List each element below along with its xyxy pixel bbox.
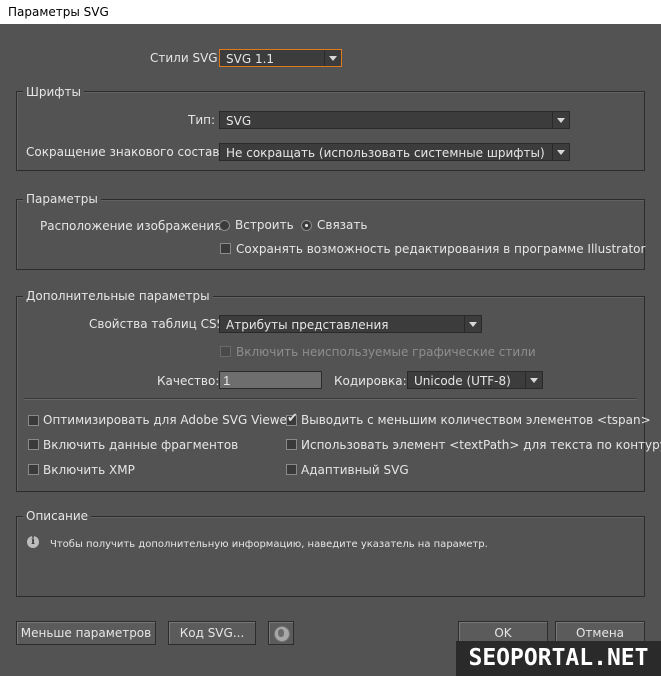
chevron-down-icon xyxy=(552,112,569,128)
link-label: Связать xyxy=(317,218,368,232)
fonts-group-title: Шрифты xyxy=(23,85,84,99)
font-subset-label: Сокращение знакового состава: xyxy=(26,145,231,159)
responsive-svg-label: Адаптивный SVG xyxy=(301,463,409,477)
font-type-dropdown[interactable]: SVG xyxy=(219,111,570,129)
encoding-dropdown[interactable]: Unicode (UTF-8) xyxy=(407,371,543,389)
textpath-checkbox[interactable] xyxy=(286,439,297,450)
encoding-label: Кодировка: xyxy=(334,374,407,388)
divider xyxy=(24,398,637,400)
window-title: Параметры SVG xyxy=(8,5,109,19)
chevron-down-icon xyxy=(324,50,341,66)
info-icon: i xyxy=(27,536,39,548)
embed-radio[interactable] xyxy=(219,220,230,231)
description-text: Чтобы получить дополнительную информацию… xyxy=(50,539,488,550)
svg-profile-label: Стили SVG: xyxy=(150,51,222,65)
link-radio[interactable] xyxy=(301,220,312,231)
responsive-svg-checkbox[interactable] xyxy=(286,464,297,475)
options-group xyxy=(16,199,645,270)
svg-profile-value: SVG 1.1 xyxy=(226,52,275,66)
include-unused-styles-checkbox[interactable] xyxy=(220,346,231,357)
font-type-label: Тип: xyxy=(188,113,216,127)
css-properties-dropdown[interactable]: Атрибуты представления xyxy=(219,315,482,333)
description-group xyxy=(16,516,645,597)
fewer-tspan-label: Выводить с меньшим количеством элементов… xyxy=(301,413,651,427)
chevron-down-icon xyxy=(525,372,542,388)
optimize-svg-viewer-checkbox[interactable] xyxy=(28,415,39,426)
textpath-label: Использовать элемент <textPath> для текс… xyxy=(301,438,661,452)
quality-label: Качество: xyxy=(157,374,220,388)
svg-code-button[interactable]: Код SVG... xyxy=(168,621,256,645)
font-subset-dropdown[interactable]: Не сокращать (использовать системные шри… xyxy=(219,143,570,161)
include-slicing-checkbox[interactable] xyxy=(28,439,39,450)
globe-icon xyxy=(274,626,290,642)
css-properties-value: Атрибуты представления xyxy=(226,318,389,332)
font-type-value: SVG xyxy=(226,114,252,128)
fewer-tspan-checkbox[interactable]: ✔ xyxy=(286,411,298,426)
css-properties-label: Свойства таблиц CSS: xyxy=(89,317,229,331)
options-group-title: Параметры xyxy=(23,192,101,206)
include-xmp-checkbox[interactable] xyxy=(28,464,39,475)
description-group-title: Описание xyxy=(23,509,92,523)
include-slicing-label: Включить данные фрагментов xyxy=(43,438,239,452)
radio-dot-icon xyxy=(305,224,308,227)
encoding-value: Unicode (UTF-8) xyxy=(414,374,511,388)
preserve-editing-checkbox[interactable] xyxy=(220,243,231,254)
advanced-group-title: Дополнительные параметры xyxy=(23,289,213,303)
watermark: SEOPORTAL.NET xyxy=(456,641,661,676)
checkmark-icon: ✔ xyxy=(287,411,298,426)
chevron-down-icon xyxy=(552,144,569,160)
chevron-down-icon xyxy=(464,316,481,332)
web-preview-button[interactable] xyxy=(268,621,294,645)
image-location-label: Расположение изображения: xyxy=(40,219,226,233)
optimize-svg-viewer-label: Оптимизировать для Adobe SVG Viewer xyxy=(43,413,292,427)
quality-input[interactable] xyxy=(219,371,322,389)
svg-profile-dropdown[interactable]: SVG 1.1 xyxy=(219,49,342,67)
fewer-options-button[interactable]: Меньше параметров xyxy=(16,621,156,645)
title-bar: Параметры SVG xyxy=(0,0,661,24)
preserve-editing-label: Сохранять возможность редактирования в п… xyxy=(236,242,646,256)
font-subset-value: Не сокращать (использовать системные шри… xyxy=(226,146,545,160)
include-xmp-label: Включить XMP xyxy=(43,463,135,477)
embed-label: Встроить xyxy=(235,218,294,232)
include-unused-styles-label: Включить неиспользуемые графические стил… xyxy=(236,345,536,359)
